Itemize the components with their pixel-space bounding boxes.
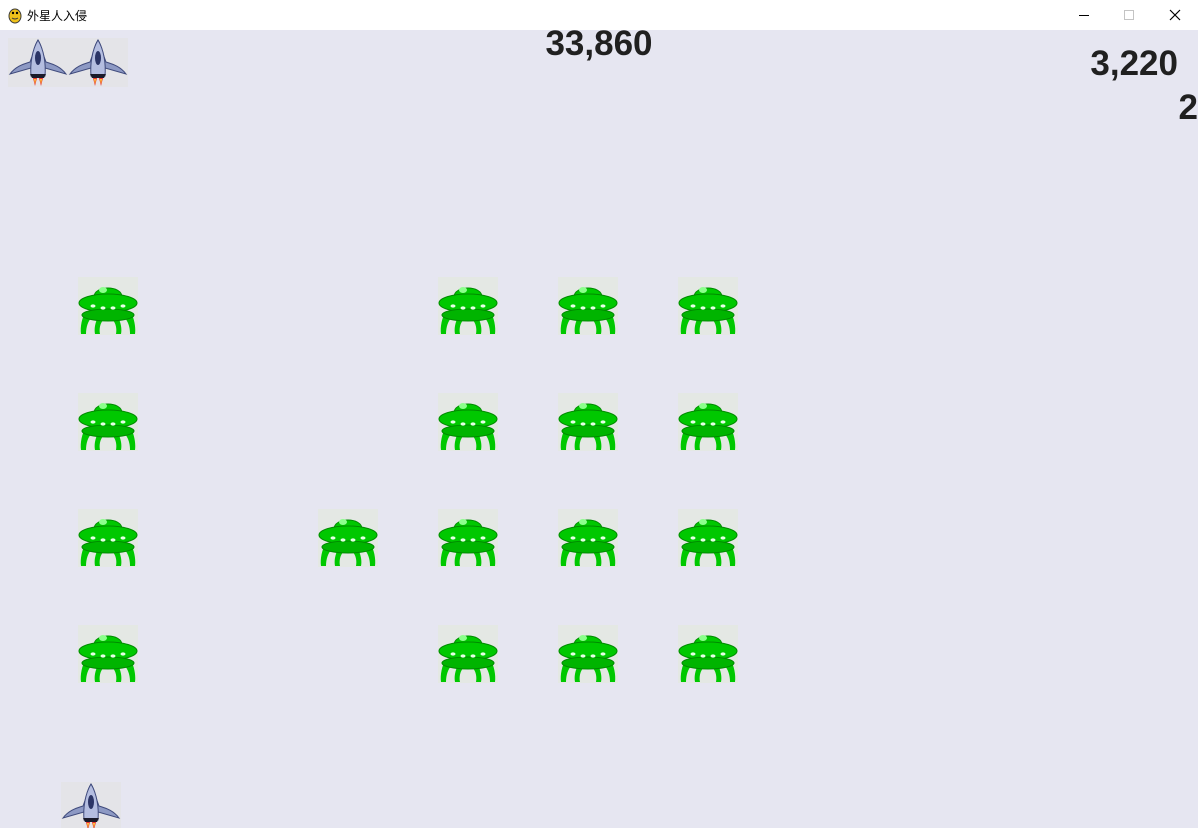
alien-icon: [438, 509, 498, 567]
window-title: 外星人入侵: [27, 9, 88, 23]
score: 3,220: [1090, 44, 1178, 83]
alien-icon: [318, 509, 378, 567]
alien-icon: [78, 393, 138, 451]
alien-icon: [558, 277, 618, 335]
maximize-icon: [1124, 10, 1134, 20]
alien-icon: [558, 509, 618, 567]
minimize-button[interactable]: [1061, 0, 1107, 30]
alien-icon: [78, 625, 138, 683]
alien-icon: [558, 393, 618, 451]
close-icon: [1169, 9, 1181, 21]
maximize-button[interactable]: [1106, 0, 1152, 30]
alien-icon: [678, 393, 738, 451]
alien-icon: [438, 277, 498, 335]
close-button[interactable]: [1152, 0, 1198, 30]
game-canvas[interactable]: 33,860 3,220 2: [0, 30, 1198, 828]
high-score: 33,860: [545, 30, 653, 63]
alien-icon: [78, 509, 138, 567]
alien-icon: [438, 393, 498, 451]
alien-icon: [678, 625, 738, 683]
title-bar: 外星人入侵: [0, 0, 1198, 30]
player-ship-icon: [61, 782, 121, 828]
minimize-icon: [1079, 15, 1089, 16]
alien-icon: [678, 509, 738, 567]
alien-icon: [678, 277, 738, 335]
pygame-snake-icon: [8, 8, 22, 24]
level: 2: [1178, 88, 1198, 127]
alien-icon: [558, 625, 618, 683]
alien-icon: [78, 277, 138, 335]
alien-icon: [438, 625, 498, 683]
